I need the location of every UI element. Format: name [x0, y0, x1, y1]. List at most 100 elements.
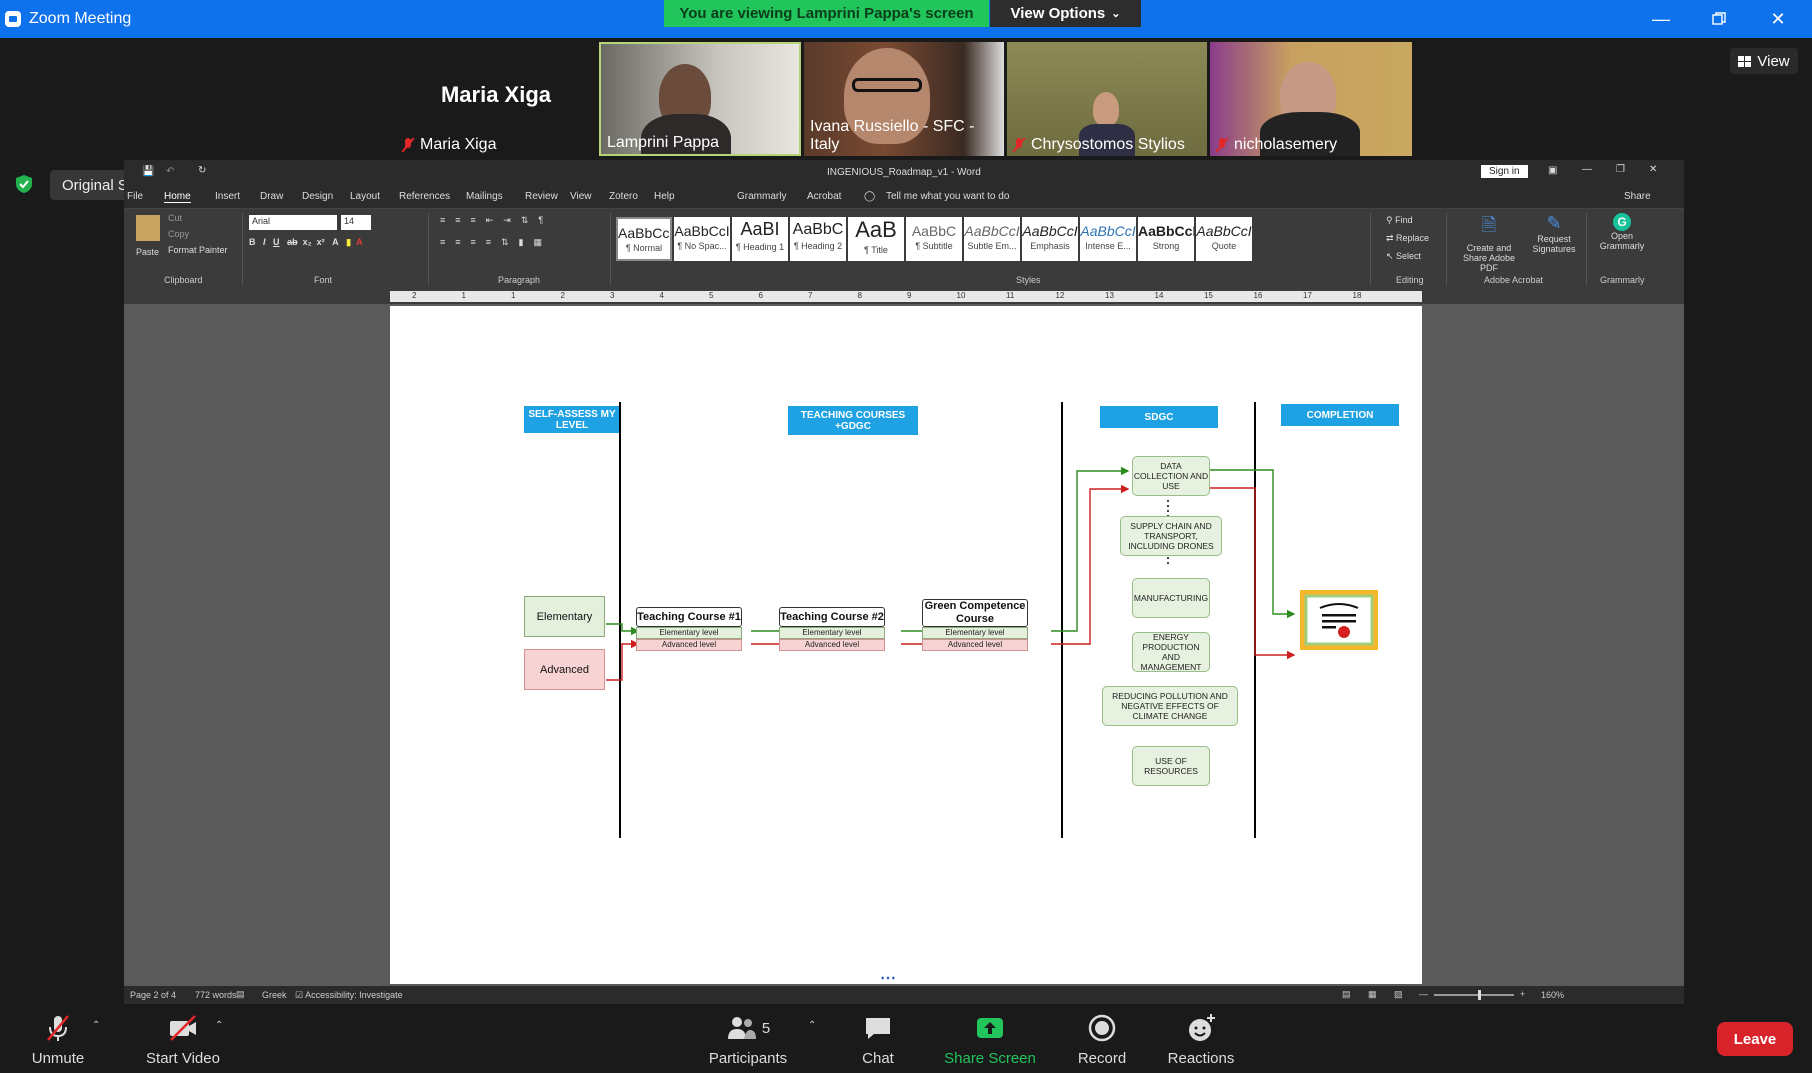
- chat-button[interactable]: Chat: [848, 1004, 908, 1073]
- style-subtle-emphasis[interactable]: AaBbCcI Subtle Em...: [964, 217, 1020, 261]
- participant-tile-nicholasemery[interactable]: nicholasemery: [1210, 42, 1412, 156]
- mic-muted-icon: [402, 137, 414, 153]
- select-button[interactable]: ↖ Select: [1386, 251, 1421, 262]
- tab-review[interactable]: Review: [525, 191, 558, 202]
- undo-icon[interactable]: ↶: [166, 166, 174, 177]
- tab-acrobat[interactable]: Acrobat: [807, 191, 841, 202]
- font-name-select[interactable]: Arial: [249, 215, 337, 230]
- style-heading-2[interactable]: AaBbC ¶ Heading 2: [790, 217, 846, 261]
- ruler-numbers: 2 1 1 2 3 4 5 6 7 8 9 10 11 12 13 14 15 16 17 18: [390, 291, 1422, 302]
- cut-button[interactable]: Cut: [168, 213, 182, 223]
- audio-options-caret[interactable]: ⌃: [92, 1020, 100, 1031]
- ruler-number: 1: [461, 291, 466, 300]
- paste-button[interactable]: Paste: [136, 247, 159, 257]
- encryption-shield-icon[interactable]: [14, 174, 34, 194]
- find-button[interactable]: ⚲ Find: [1386, 215, 1413, 226]
- accessibility-status[interactable]: ☑ Accessibility: Investigate: [295, 990, 403, 1001]
- start-video-button[interactable]: Start Video: [130, 1004, 236, 1073]
- zoom-in-button[interactable]: +: [1520, 989, 1525, 999]
- participants-options-caret[interactable]: ⌃: [808, 1020, 816, 1031]
- word-count[interactable]: 772 words: [195, 990, 237, 1000]
- tab-home[interactable]: Home: [164, 191, 191, 203]
- document-page[interactable]: SELF-ASSESS MY LEVEL TEACHING COURSES +G…: [390, 306, 1422, 984]
- open-grammarly-button[interactable]: G Open Grammarly: [1594, 213, 1650, 251]
- reactions-button[interactable]: Reactions: [1160, 1004, 1242, 1073]
- copy-button[interactable]: Copy: [168, 229, 189, 239]
- tab-insert[interactable]: Insert: [215, 191, 240, 202]
- language[interactable]: Greek: [262, 990, 287, 1000]
- style-heading-1[interactable]: AaBI ¶ Heading 1: [732, 217, 788, 261]
- leave-button[interactable]: Leave: [1717, 1022, 1793, 1056]
- style-title[interactable]: AaB ¶ Title: [848, 217, 904, 261]
- tab-view[interactable]: View: [570, 191, 592, 202]
- tab-layout[interactable]: Layout: [350, 191, 380, 202]
- web-layout-icon[interactable]: ▧: [1394, 989, 1403, 1000]
- zoom-slider[interactable]: [1434, 990, 1514, 1000]
- word-minimize-button[interactable]: —: [1582, 164, 1592, 175]
- replace-button[interactable]: ⇄ Replace: [1386, 233, 1429, 244]
- tell-me-search[interactable]: Tell me what you want to do: [886, 191, 1009, 202]
- style-strong[interactable]: AaBbCcI Strong: [1138, 217, 1194, 261]
- mic-muted-icon: [1013, 137, 1025, 153]
- font-size-select[interactable]: 14: [341, 215, 371, 230]
- redo-icon[interactable]: ↻: [198, 165, 206, 176]
- bold-button[interactable]: B I U ab x₂ x² A ▮ A: [249, 237, 363, 248]
- tab-draw[interactable]: Draw: [260, 191, 283, 202]
- align-buttons[interactable]: ≡≡≡≡⇅▮▦: [440, 237, 552, 248]
- certificate-icon: [1300, 590, 1378, 650]
- save-icon[interactable]: 💾: [142, 166, 154, 177]
- horizontal-ruler[interactable]: 2 1 1 2 3 4 5 6 7 8 9 10 11 12 13 14 15 16 17 18: [124, 288, 1684, 304]
- participant-tile-ivana-russiello[interactable]: Ivana Russiello - SFC - Italy: [804, 42, 1004, 156]
- view-options-button[interactable]: View Options ⌄: [990, 0, 1141, 27]
- word-close-button[interactable]: ✕: [1649, 164, 1657, 175]
- list-buttons[interactable]: ≡≡≡⇤⇥⇅¶: [440, 215, 553, 226]
- tab-references[interactable]: References: [399, 191, 450, 202]
- participant-tile-maria-xiga[interactable]: Maria Xiga Maria Xiga: [396, 42, 596, 156]
- style-intense-emphasis[interactable]: AaBbCcI Intense E...: [1080, 217, 1136, 261]
- ruler-number: 6: [758, 291, 763, 300]
- style-no-spacing[interactable]: AaBbCcI ¶ No Spac...: [674, 217, 730, 261]
- tab-help[interactable]: Help: [654, 191, 675, 202]
- participant-tile-lamprini-pappa[interactable]: Lamprini Pappa: [599, 42, 801, 156]
- record-button[interactable]: Record: [1070, 1004, 1134, 1073]
- request-signatures-button[interactable]: ✎ Request Signatures: [1526, 213, 1582, 254]
- style-quote[interactable]: AaBbCcI Quote: [1196, 217, 1252, 261]
- word-restore-button[interactable]: ❐: [1616, 164, 1625, 175]
- share-button[interactable]: Share: [1624, 191, 1651, 202]
- ribbon-display-icon[interactable]: ▣: [1548, 165, 1557, 176]
- video-options-caret[interactable]: ⌃: [215, 1020, 223, 1031]
- minimize-button[interactable]: —: [1641, 6, 1681, 32]
- tab-mailings[interactable]: Mailings: [466, 191, 503, 202]
- paste-icon[interactable]: [136, 215, 160, 241]
- style-normal[interactable]: AaBbCcI ¶ Normal: [616, 217, 672, 261]
- close-window-button[interactable]: ✕: [1758, 6, 1798, 32]
- style-subtitle[interactable]: AaBbC ¶ Subtitle: [906, 217, 962, 261]
- sign-in-button[interactable]: Sign in: [1481, 165, 1528, 178]
- tab-zotero[interactable]: Zotero: [609, 191, 638, 202]
- sdgc-node-energy: ENERGY PRODUCTION AND MANAGEMENT: [1132, 632, 1210, 672]
- lightbulb-icon: ◯: [864, 191, 876, 202]
- tab-grammarly[interactable]: Grammarly: [737, 191, 786, 202]
- participant-tile-chrysostomos-stylios[interactable]: Chrysostomos Stylios: [1007, 42, 1207, 156]
- share-screen-button[interactable]: Share Screen: [938, 1004, 1042, 1073]
- unmute-button[interactable]: Unmute: [20, 1004, 96, 1073]
- video-off-icon: [170, 1015, 196, 1041]
- participants-icon: [727, 1017, 756, 1039]
- print-layout-icon[interactable]: ▦: [1368, 989, 1377, 1000]
- page-count[interactable]: Page 2 of 4: [130, 990, 176, 1000]
- participants-button[interactable]: 5 Participants: [704, 1004, 792, 1073]
- tab-design[interactable]: Design: [302, 191, 333, 202]
- restore-button[interactable]: [1699, 6, 1739, 32]
- view-layout-button[interactable]: View: [1730, 48, 1798, 74]
- proofing-icon[interactable]: ▤: [236, 989, 245, 1000]
- tab-file[interactable]: File: [127, 191, 143, 202]
- level-elementary: Elementary: [524, 596, 605, 637]
- read-mode-icon[interactable]: ▤: [1342, 989, 1351, 1000]
- zoom-level[interactable]: 160%: [1541, 990, 1564, 1000]
- viewing-banner: You are viewing Lamprini Pappa's screen: [664, 0, 989, 27]
- zoom-out-button[interactable]: —: [1419, 989, 1428, 999]
- style-emphasis[interactable]: AaBbCcI Emphasis: [1022, 217, 1078, 261]
- format-painter-button[interactable]: Format Painter: [168, 245, 228, 255]
- create-share-pdf-button[interactable]: 🗎 Create and Share Adobe PDF: [1456, 213, 1522, 273]
- view-label: View: [1757, 52, 1790, 70]
